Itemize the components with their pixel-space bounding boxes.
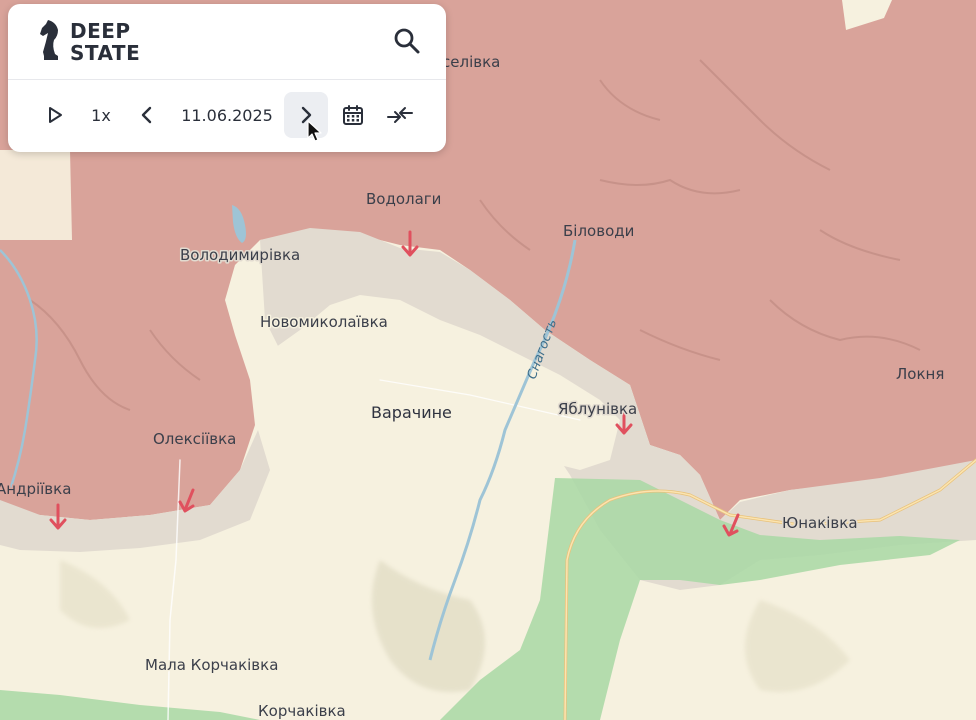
knight-chess-icon: [38, 18, 62, 66]
search-icon: [394, 28, 420, 54]
place-label: селівка: [442, 53, 500, 71]
search-button[interactable]: [392, 26, 422, 56]
mouse-cursor-icon: [307, 120, 322, 142]
place-label: Володимирівка: [180, 246, 300, 264]
timeline-controls: 1x 11.06.2025: [8, 92, 446, 138]
calendar-button[interactable]: [338, 92, 368, 138]
prev-date-button[interactable]: [134, 92, 160, 138]
compare-arrows-icon: [387, 107, 413, 123]
place-label: Андріївка: [0, 480, 71, 498]
place-label: Новомиколаївка: [260, 313, 388, 331]
place-label: Юнаківка: [782, 514, 858, 532]
brand-logo[interactable]: DEEP STATE: [38, 18, 150, 66]
play-button[interactable]: [40, 92, 70, 138]
chevron-left-icon: [141, 106, 152, 124]
compare-button[interactable]: [384, 92, 416, 138]
place-label: Корчаківка: [258, 702, 346, 720]
brand-line-2: STATE: [70, 41, 141, 65]
light-patch: [0, 150, 72, 240]
place-label: Локня: [896, 365, 944, 383]
place-label: Водолаги: [366, 190, 441, 208]
play-icon: [49, 107, 62, 123]
date-display[interactable]: 11.06.2025: [174, 92, 280, 138]
brand-name: DEEP STATE: [70, 20, 150, 64]
place-label: Варачине: [371, 403, 452, 422]
place-label: Біловоди: [563, 222, 634, 240]
place-label: Мала Корчаківка: [145, 656, 278, 674]
speed-button[interactable]: 1x: [86, 92, 116, 138]
brand-line-1: DEEP: [70, 19, 131, 43]
calendar-icon: [343, 105, 363, 125]
place-label: Олексіївка: [153, 430, 236, 448]
panel-divider: [8, 79, 446, 80]
place-label: Яблунівка: [558, 400, 637, 418]
timeline-panel: DEEP STATE 1x 11.06.2025: [8, 4, 446, 152]
